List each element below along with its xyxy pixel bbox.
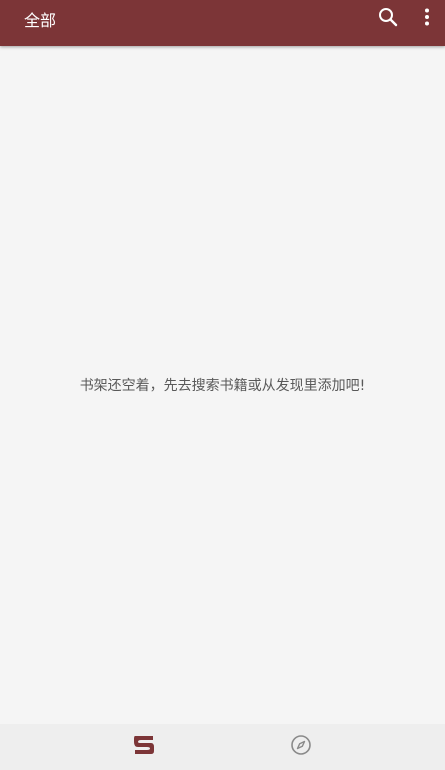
more-vert-icon — [424, 8, 430, 30]
bottom-navigation — [0, 724, 445, 770]
search-button[interactable] — [374, 5, 402, 33]
bookshelf-content: 书架还空着，先去搜索书籍或从发现里添加吧! — [0, 46, 445, 724]
more-options-button[interactable] — [413, 5, 441, 33]
empty-bookshelf-message: 书架还空着，先去搜索书籍或从发现里添加吧! — [79, 378, 366, 394]
page-title: 全部 — [24, 11, 57, 30]
discover-compass-icon — [290, 734, 312, 760]
bookshelf-icon — [132, 735, 156, 759]
app-bar: 全部 — [0, 0, 445, 46]
nav-discover[interactable] — [190, 724, 412, 770]
search-icon — [378, 7, 398, 31]
